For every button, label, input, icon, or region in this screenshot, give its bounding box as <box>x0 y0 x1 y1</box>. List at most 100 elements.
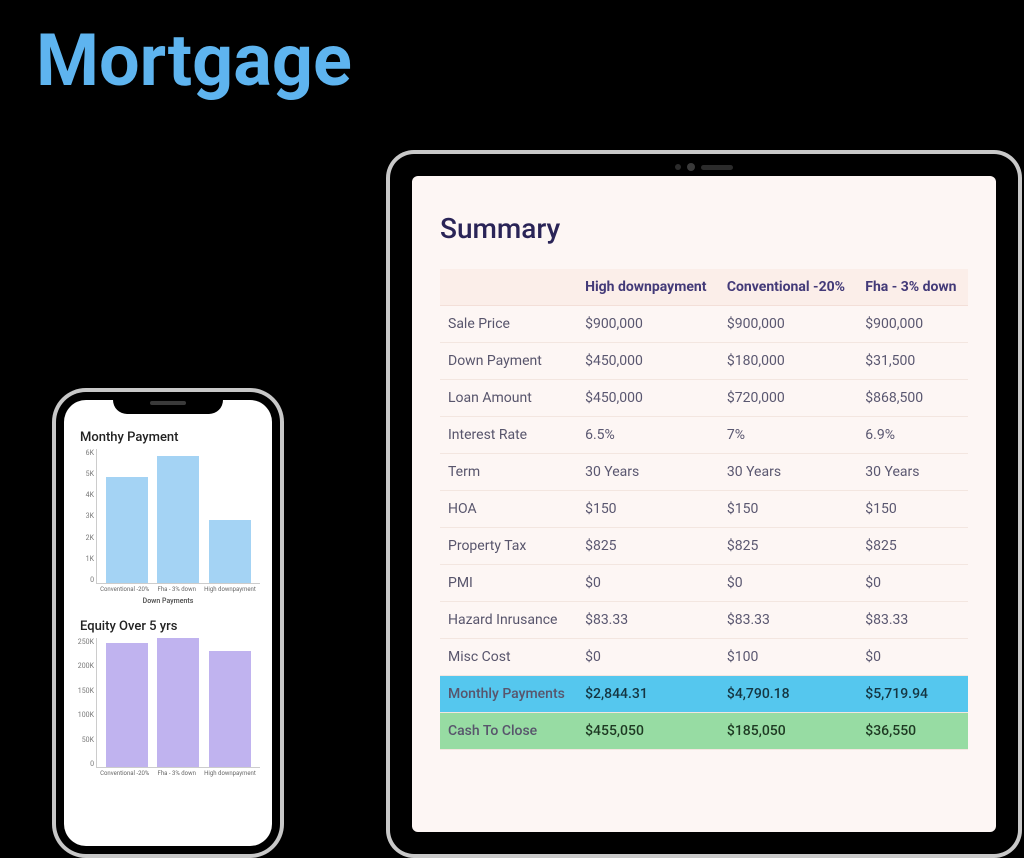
chart-area: 6K 5K 4K 3K 2K 1K 0 <box>76 449 260 584</box>
cell: $150 <box>857 491 968 528</box>
page-title: Mortgage <box>36 18 352 103</box>
col-header-fha: Fha - 3% down <box>857 269 968 306</box>
tablet-bezel: Summary High downpayment Conventional -2… <box>390 154 1018 854</box>
tick: 0 <box>76 576 94 584</box>
cell: $0 <box>577 639 719 676</box>
cell: $185,050 <box>719 713 857 750</box>
table-row: Term30 Years30 Years30 Years <box>440 454 968 491</box>
cell: $4,790.18 <box>719 676 857 713</box>
cell: Property Tax <box>440 528 577 565</box>
cell: PMI <box>440 565 577 602</box>
cell: $100 <box>719 639 857 676</box>
bar-conventional <box>106 643 148 767</box>
col-header-blank <box>440 269 577 306</box>
table-row: Loan Amount$450,000$720,000$868,500 <box>440 380 968 417</box>
bar-high-down <box>209 651 251 767</box>
tick: 5K <box>76 470 94 478</box>
tick: 6K <box>76 449 94 457</box>
tick: 150K <box>76 687 94 695</box>
cell: $83.33 <box>577 602 719 639</box>
table-body: Sale Price$900,000$900,000$900,000Down P… <box>440 306 968 750</box>
cell: $450,000 <box>577 343 719 380</box>
cell: $150 <box>719 491 857 528</box>
cell: 30 Years <box>719 454 857 491</box>
bar-fha <box>157 456 199 583</box>
cell: $36,550 <box>857 713 968 750</box>
tick: 50K <box>76 736 94 744</box>
table-row: Monthly Payments$2,844.31$4,790.18$5,719… <box>440 676 968 713</box>
tablet-device: Summary High downpayment Conventional -2… <box>386 150 1022 858</box>
cell: $900,000 <box>857 306 968 343</box>
cell: Cash To Close <box>440 713 577 750</box>
cell: Interest Rate <box>440 417 577 454</box>
cell: $2,844.31 <box>577 676 719 713</box>
cell: Down Payment <box>440 343 577 380</box>
monthly-payment-chart: Monthy Payment 6K 5K 4K 3K 2K 1K 0 <box>74 420 262 609</box>
x-axis-title: Down Payments <box>76 597 260 605</box>
cell: Misc Cost <box>440 639 577 676</box>
table-row: PMI$0$0$0 <box>440 565 968 602</box>
cell: $825 <box>719 528 857 565</box>
table-row: Cash To Close$455,050$185,050$36,550 <box>440 713 968 750</box>
x-labels: Conventional -20% Fha - 3% down High dow… <box>96 586 260 593</box>
tick: 1K <box>76 555 94 563</box>
table-row: Property Tax$825$825$825 <box>440 528 968 565</box>
x-label: Fha - 3% down <box>158 770 196 777</box>
tick: 2K <box>76 534 94 542</box>
cell: 6.5% <box>577 417 719 454</box>
phone-notch <box>113 392 223 414</box>
table-row: Sale Price$900,000$900,000$900,000 <box>440 306 968 343</box>
cell: $0 <box>857 639 968 676</box>
cell: Loan Amount <box>440 380 577 417</box>
x-label: High downpayment <box>204 770 256 777</box>
cell: $0 <box>719 565 857 602</box>
cell: $0 <box>577 565 719 602</box>
chart-title: Equity Over 5 yrs <box>80 619 260 634</box>
cell: Hazard Inrusance <box>440 602 577 639</box>
cell: $83.33 <box>857 602 968 639</box>
tablet-screen: Summary High downpayment Conventional -2… <box>412 176 996 832</box>
cell: $720,000 <box>719 380 857 417</box>
cell: $455,050 <box>577 713 719 750</box>
table-row: HOA$150$150$150 <box>440 491 968 528</box>
equity-chart: Equity Over 5 yrs 250K 200K 150K 100K 50… <box>74 609 262 781</box>
cell: $83.33 <box>719 602 857 639</box>
table-header-row: High downpayment Conventional -20% Fha -… <box>440 269 968 306</box>
chart-title: Monthy Payment <box>80 430 260 445</box>
tick: 0 <box>76 760 94 768</box>
phone-device: Monthy Payment 6K 5K 4K 3K 2K 1K 0 <box>52 388 284 858</box>
summary-table: High downpayment Conventional -20% Fha -… <box>440 269 968 750</box>
col-header-high: High downpayment <box>577 269 719 306</box>
x-label: Fha - 3% down <box>158 586 196 593</box>
cell: $0 <box>857 565 968 602</box>
summary-heading: Summary <box>440 212 968 245</box>
cell: Sale Price <box>440 306 577 343</box>
phone-screen: Monthy Payment 6K 5K 4K 3K 2K 1K 0 <box>64 400 272 846</box>
cell: $825 <box>857 528 968 565</box>
phone-bezel: Monthy Payment 6K 5K 4K 3K 2K 1K 0 <box>56 392 280 854</box>
cell: $450,000 <box>577 380 719 417</box>
table-row: Hazard Inrusance$83.33$83.33$83.33 <box>440 602 968 639</box>
cell: $868,500 <box>857 380 968 417</box>
cell: HOA <box>440 491 577 528</box>
x-labels: Conventional -20% Fha - 3% down High dow… <box>96 770 260 777</box>
cell: $180,000 <box>719 343 857 380</box>
cell: Monthly Payments <box>440 676 577 713</box>
tablet-camera-icon <box>675 163 733 171</box>
chart-area: 250K 200K 150K 100K 50K 0 <box>76 638 260 768</box>
tick: 3K <box>76 512 94 520</box>
tick: 4K <box>76 491 94 499</box>
x-label: High downpayment <box>204 586 256 593</box>
bars <box>96 449 260 584</box>
cell: $5,719.94 <box>857 676 968 713</box>
cell: Term <box>440 454 577 491</box>
bar-high-down <box>209 520 251 583</box>
bar-conventional <box>106 477 148 583</box>
cell: $900,000 <box>719 306 857 343</box>
cell: 6.9% <box>857 417 968 454</box>
phone-speaker-icon <box>150 401 186 405</box>
bar-fha <box>157 638 199 767</box>
cell: $150 <box>577 491 719 528</box>
cell: $31,500 <box>857 343 968 380</box>
cell: 30 Years <box>577 454 719 491</box>
